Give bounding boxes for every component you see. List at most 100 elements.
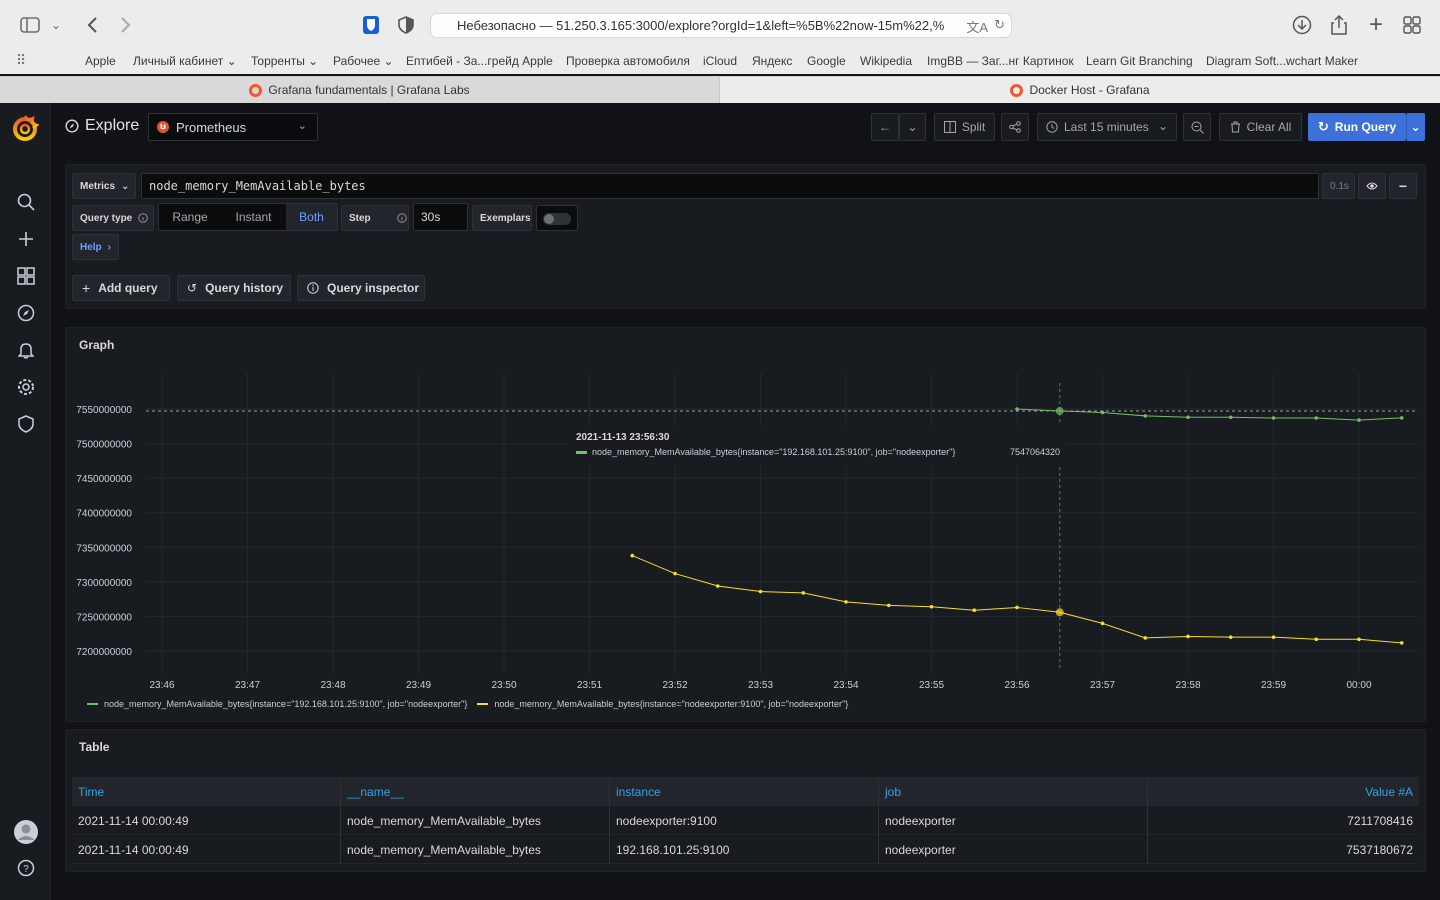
svg-text:?: ? [23, 864, 29, 875]
address-text: Небезопасно — 51.250.3.165:3000/explore?… [457, 18, 945, 33]
clear-all-button[interactable]: Clear All [1219, 113, 1302, 141]
explore-header: Explore Prometheus ⌄ ← ⌄ Split Last 15 m… [51, 103, 1440, 151]
time-series-chart[interactable]: 7200000000 7250000000 7300000000 7350000000… [66, 328, 1427, 723]
tooltip-series-row: node_memory_MemAvailable_bytes{instance=… [576, 447, 955, 457]
bookmark-item[interactable]: ImgBB — Заг...нг Картинок [927, 54, 1074, 68]
bookmark-item[interactable]: Diagram Soft...wchart Maker [1206, 54, 1358, 68]
help-icon[interactable]: ? [13, 855, 39, 881]
query-history-label: Query history [205, 281, 284, 295]
back-icon[interactable] [80, 13, 104, 37]
gear-icon[interactable] [13, 374, 39, 400]
toggle-knob [544, 214, 554, 224]
bookmark-item[interactable]: Google [807, 54, 846, 68]
bookmark-item[interactable]: Личный кабинет ⌄ [133, 54, 237, 68]
column-header-value[interactable]: Value #A [1148, 777, 1419, 806]
browser-tab-active[interactable]: Docker Host - Grafana [720, 77, 1440, 103]
refresh-icon: ↻ [1317, 119, 1329, 134]
bookmark-item[interactable]: Рабочее ⌄ [333, 54, 394, 68]
query-type-radio-group: Range Instant Both [158, 203, 338, 231]
page-title-text: Explore [85, 117, 140, 134]
bookmark-item[interactable]: iCloud [703, 54, 737, 68]
address-bar[interactable]: Небезопасно — 51.250.3.165:3000/explore?… [430, 13, 1012, 38]
query-type-both[interactable]: Both [286, 204, 337, 230]
chevron-right-icon: › [107, 241, 112, 253]
query-history-button[interactable]: ↺ Query history [177, 275, 291, 301]
x-tick-label: 00:00 [1346, 680, 1371, 691]
add-query-label: Add query [98, 281, 158, 295]
time-range-picker[interactable]: Last 15 minutes ⌄ [1037, 113, 1177, 141]
add-query-button[interactable]: + Add query [72, 275, 170, 301]
bookmark-item[interactable]: Яндекс [752, 54, 792, 68]
exemplars-toggle[interactable] [536, 205, 578, 231]
bookmark-item[interactable]: Wikipedia [860, 54, 912, 68]
share-icon[interactable] [1327, 13, 1351, 37]
browser-tab[interactable]: Grafana fundamentals | Grafana Labs [0, 77, 720, 103]
step-input[interactable]: 30s [413, 203, 468, 231]
tab-title: Docker Host - Grafana [1029, 83, 1150, 97]
data-point [1228, 415, 1233, 420]
query-type-range[interactable]: Range [159, 204, 221, 230]
table-cell: 7211708416 [1347, 813, 1413, 828]
plus-icon[interactable] [13, 226, 39, 252]
remove-query-button[interactable]: − [1389, 173, 1417, 199]
share-link-button[interactable] [1001, 113, 1029, 141]
run-query-button[interactable]: ↻ Run Query [1308, 113, 1406, 141]
bookmark-item[interactable]: Ептибей - За...грейд Apple [406, 54, 553, 68]
chevron-down-icon: ⌄ [1410, 120, 1421, 134]
bitwarden-icon[interactable] [359, 13, 383, 37]
search-icon[interactable] [13, 189, 39, 215]
x-tick-label: 23:54 [833, 680, 858, 691]
shield-icon[interactable] [394, 13, 418, 37]
chevron-down-icon[interactable]: ⌄ [48, 13, 64, 37]
explore-icon[interactable] [13, 300, 39, 326]
legend-item[interactable]: node_memory_MemAvailable_bytes{instance=… [477, 699, 848, 709]
split-button[interactable]: Split [934, 113, 995, 141]
tab-overview-icon[interactable] [1400, 13, 1424, 37]
bookmark-item[interactable]: Learn Git Branching [1086, 54, 1193, 68]
column-header-instance[interactable]: instance [610, 777, 879, 806]
column-header-name[interactable]: __name__ [341, 777, 610, 806]
data-point [886, 603, 891, 608]
dashboards-icon[interactable] [13, 263, 39, 289]
legend-item[interactable]: node_memory_MemAvailable_bytes{instance=… [87, 699, 467, 709]
apps-grid-icon[interactable]: ⠿ [16, 52, 26, 69]
new-tab-icon[interactable]: + [1364, 11, 1388, 38]
help-toggle-button[interactable]: Help › [72, 234, 119, 260]
table-row: 2021-11-14 00:00:49 node_memory_MemAvail… [72, 835, 1419, 864]
query-inspector-button[interactable]: Query inspector [297, 275, 425, 301]
metrics-browser-button[interactable]: Metrics ⌄ [72, 173, 136, 199]
column-header-job[interactable]: job [879, 777, 1148, 806]
translate-icon[interactable]: 文A [966, 17, 988, 36]
step-back-button[interactable]: ← [871, 113, 899, 141]
bookmark-item[interactable]: Торренты ⌄ [251, 54, 318, 68]
chevron-down-icon: ⌄ [907, 120, 918, 134]
column-header-time[interactable]: Time [72, 777, 341, 806]
data-point [844, 600, 848, 604]
sidebar-toggle-icon[interactable] [18, 13, 42, 37]
bookmark-item[interactable]: Apple [85, 54, 116, 68]
bookmark-item[interactable]: Проверка автомобиля [566, 54, 690, 68]
grafana-logo[interactable] [11, 114, 39, 142]
tooltip-value: 7547064320 [1009, 447, 1060, 457]
data-point [1271, 635, 1276, 639]
query-expression-input[interactable]: node_memory_MemAvailable_bytes [141, 173, 1319, 199]
table-cell: 192.168.101.25:9100 [610, 835, 879, 864]
history-dropdown-button[interactable]: ⌄ [899, 113, 926, 141]
datasource-picker[interactable]: Prometheus ⌄ [148, 113, 318, 141]
alert-bell-icon[interactable] [13, 337, 39, 363]
reload-icon[interactable]: ↻ [994, 17, 1005, 36]
forward-icon[interactable] [114, 13, 138, 37]
tab-title: Grafana fundamentals | Grafana Labs [268, 83, 470, 97]
user-avatar[interactable] [13, 819, 39, 845]
zoom-out-button[interactable] [1183, 113, 1211, 141]
query-type-instant[interactable]: Instant [221, 204, 286, 230]
run-query-interval-button[interactable]: ⌄ [1406, 113, 1425, 141]
download-icon[interactable] [1290, 13, 1314, 37]
table-panel: Table Time __name__ instance job Value #… [65, 729, 1426, 872]
toggle-visibility-button[interactable] [1358, 173, 1386, 199]
table-cell: nodeexporter:9100 [610, 806, 879, 835]
data-point [1314, 637, 1319, 642]
query-duration-text: 0.1s [1330, 180, 1349, 192]
shield-icon[interactable] [13, 411, 39, 437]
x-tick-label: 23:48 [320, 680, 345, 691]
